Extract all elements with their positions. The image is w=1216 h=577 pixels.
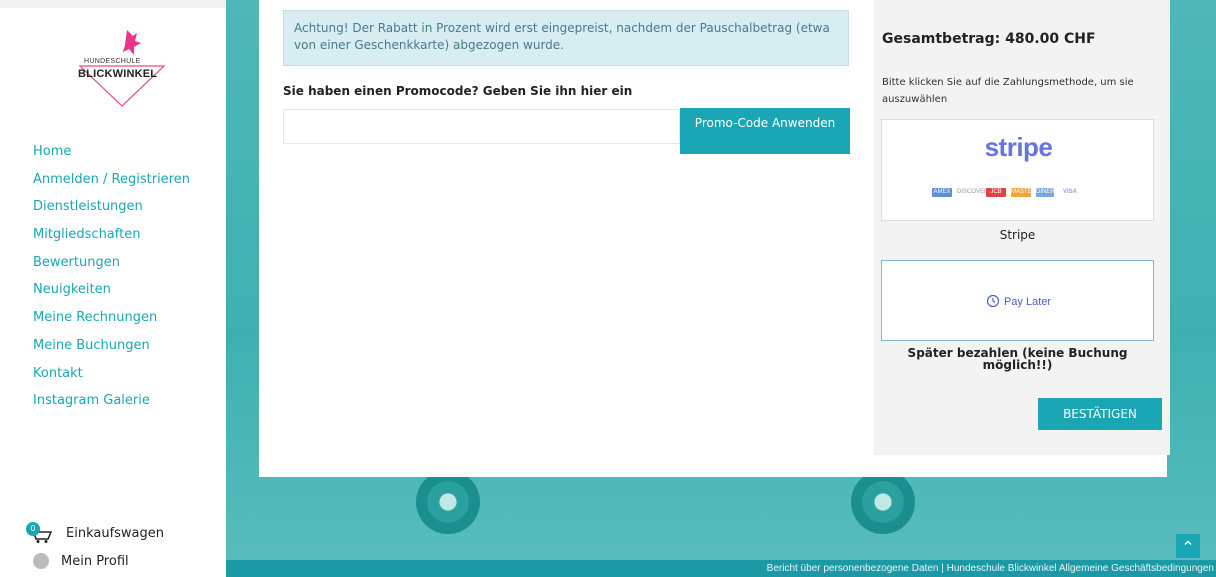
mastercard-icon: MASTERCARD <box>1011 188 1054 197</box>
profile-link[interactable]: Mein Profil <box>33 553 129 569</box>
pay-later-logo: Pay Later <box>882 294 1155 308</box>
nav-login-register[interactable]: Anmelden / Registrieren <box>33 170 190 198</box>
profile-label: Mein Profil <box>61 553 129 569</box>
footer[interactable]: Bericht über personenbezogene Daten | Hu… <box>226 560 1216 577</box>
nav-contact[interactable]: Kontakt <box>33 364 190 392</box>
chevron-up-icon <box>1184 540 1192 545</box>
nav-reviews[interactable]: Bewertungen <box>33 253 190 281</box>
pay-later-label: Später bezahlen (keine Buchung möglich!!… <box>907 346 1128 372</box>
nav-instagram[interactable]: Instagram Galerie <box>33 391 190 419</box>
apply-promo-button[interactable]: Promo-Code Anwenden <box>680 108 850 154</box>
nav-bookings[interactable]: Meine Buchungen <box>33 336 190 364</box>
nav-home[interactable]: Home <box>33 142 190 170</box>
confirm-button[interactable]: BESTÄTIGEN <box>1038 398 1162 430</box>
clock-icon <box>986 294 1000 308</box>
nav-invoices[interactable]: Meine Rechnungen <box>33 308 190 336</box>
amex-icon: AMEX <box>932 188 952 197</box>
order-total: Gesamtbetrag: 480.00 CHF <box>882 31 1096 47</box>
discover-icon: DISCOVER <box>957 188 989 197</box>
payment-hint: Bitte klicken Sie auf die Zahlungsmethod… <box>882 77 1134 105</box>
stripe-payment-option[interactable]: stripe AMEX DISCOVER JCB MASTERCARD DINE… <box>881 119 1154 221</box>
pay-later-logo-text: Pay Later <box>1003 296 1052 308</box>
visa-icon: VISA <box>1059 188 1081 197</box>
brand-line2: BLICKWINKEL <box>78 68 158 80</box>
brand-logo[interactable]: HUNDESCHULE BLICKWINKEL <box>72 26 172 110</box>
pay-later-option[interactable]: Pay Later <box>881 260 1154 341</box>
nav-services[interactable]: Dienstleistungen <box>33 197 190 225</box>
promo-code-input[interactable] <box>283 109 680 144</box>
cart-link[interactable]: 0 Einkaufswagen <box>26 522 164 544</box>
discount-notice: Achtung! Der Rabatt in Prozent wird erst… <box>283 10 849 66</box>
wheel-decoration <box>416 470 480 534</box>
jcb-icon: JCB <box>986 188 1006 197</box>
cart-count-badge: 0 <box>26 522 40 536</box>
scroll-to-top-button[interactable] <box>1176 534 1200 558</box>
promo-title: Sie haben einen Promocode? Geben Sie ihn… <box>283 84 633 98</box>
wheel-decoration <box>851 470 915 534</box>
stripe-logo: stripe <box>984 132 1053 162</box>
sidebar-nav: Home Anmelden / Registrieren Dienstleist… <box>33 142 190 419</box>
diners-icon: DINERS <box>1036 188 1059 197</box>
brand-line1: HUNDESCHULE <box>84 58 141 65</box>
sidebar: HUNDESCHULE BLICKWINKEL Home Anmelden / … <box>0 0 226 577</box>
nav-memberships[interactable]: Mitgliedschaften <box>33 225 190 253</box>
card-logos: AMEX DISCOVER JCB MASTERCARD DINERS VISA <box>932 188 1081 197</box>
nav-news[interactable]: Neuigkeiten <box>33 280 190 308</box>
cart-label: Einkaufswagen <box>66 525 165 541</box>
stripe-label: Stripe <box>999 228 1036 242</box>
avatar-icon <box>33 553 49 569</box>
